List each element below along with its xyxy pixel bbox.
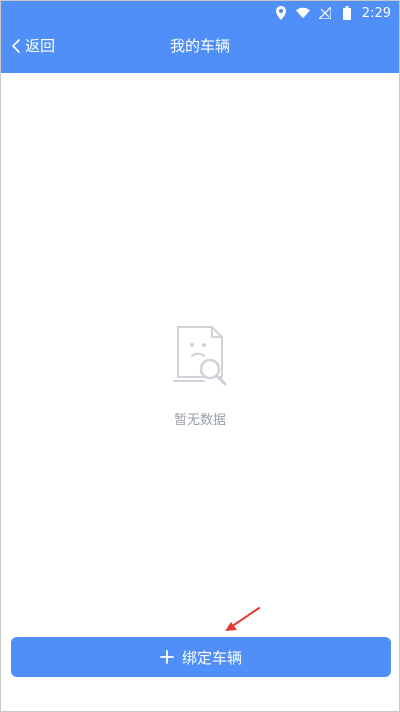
location-icon bbox=[274, 6, 288, 20]
signal-icon bbox=[318, 6, 332, 20]
main-content: 暂无数据 bbox=[1, 73, 399, 711]
page-title: 我的车辆 bbox=[169, 37, 230, 55]
app-frame: 2:29 返回 我的车辆 暂无数据 绑定车辆 bbox=[0, 0, 400, 712]
empty-message: 暂无数据 bbox=[173, 413, 226, 428]
bind-vehicle-button[interactable]: 绑定车辆 bbox=[11, 637, 391, 677]
status-time: 2:29 bbox=[361, 5, 391, 21]
app-header: 2:29 返回 我的车辆 bbox=[1, 1, 399, 73]
battery-icon bbox=[340, 6, 354, 20]
empty-state: 暂无数据 bbox=[1, 323, 399, 428]
no-data-icon bbox=[170, 323, 230, 391]
bind-vehicle-label: 绑定车辆 bbox=[181, 648, 242, 667]
status-bar: 2:29 bbox=[274, 3, 391, 23]
wifi-icon bbox=[295, 6, 310, 20]
plus-icon bbox=[160, 650, 174, 664]
